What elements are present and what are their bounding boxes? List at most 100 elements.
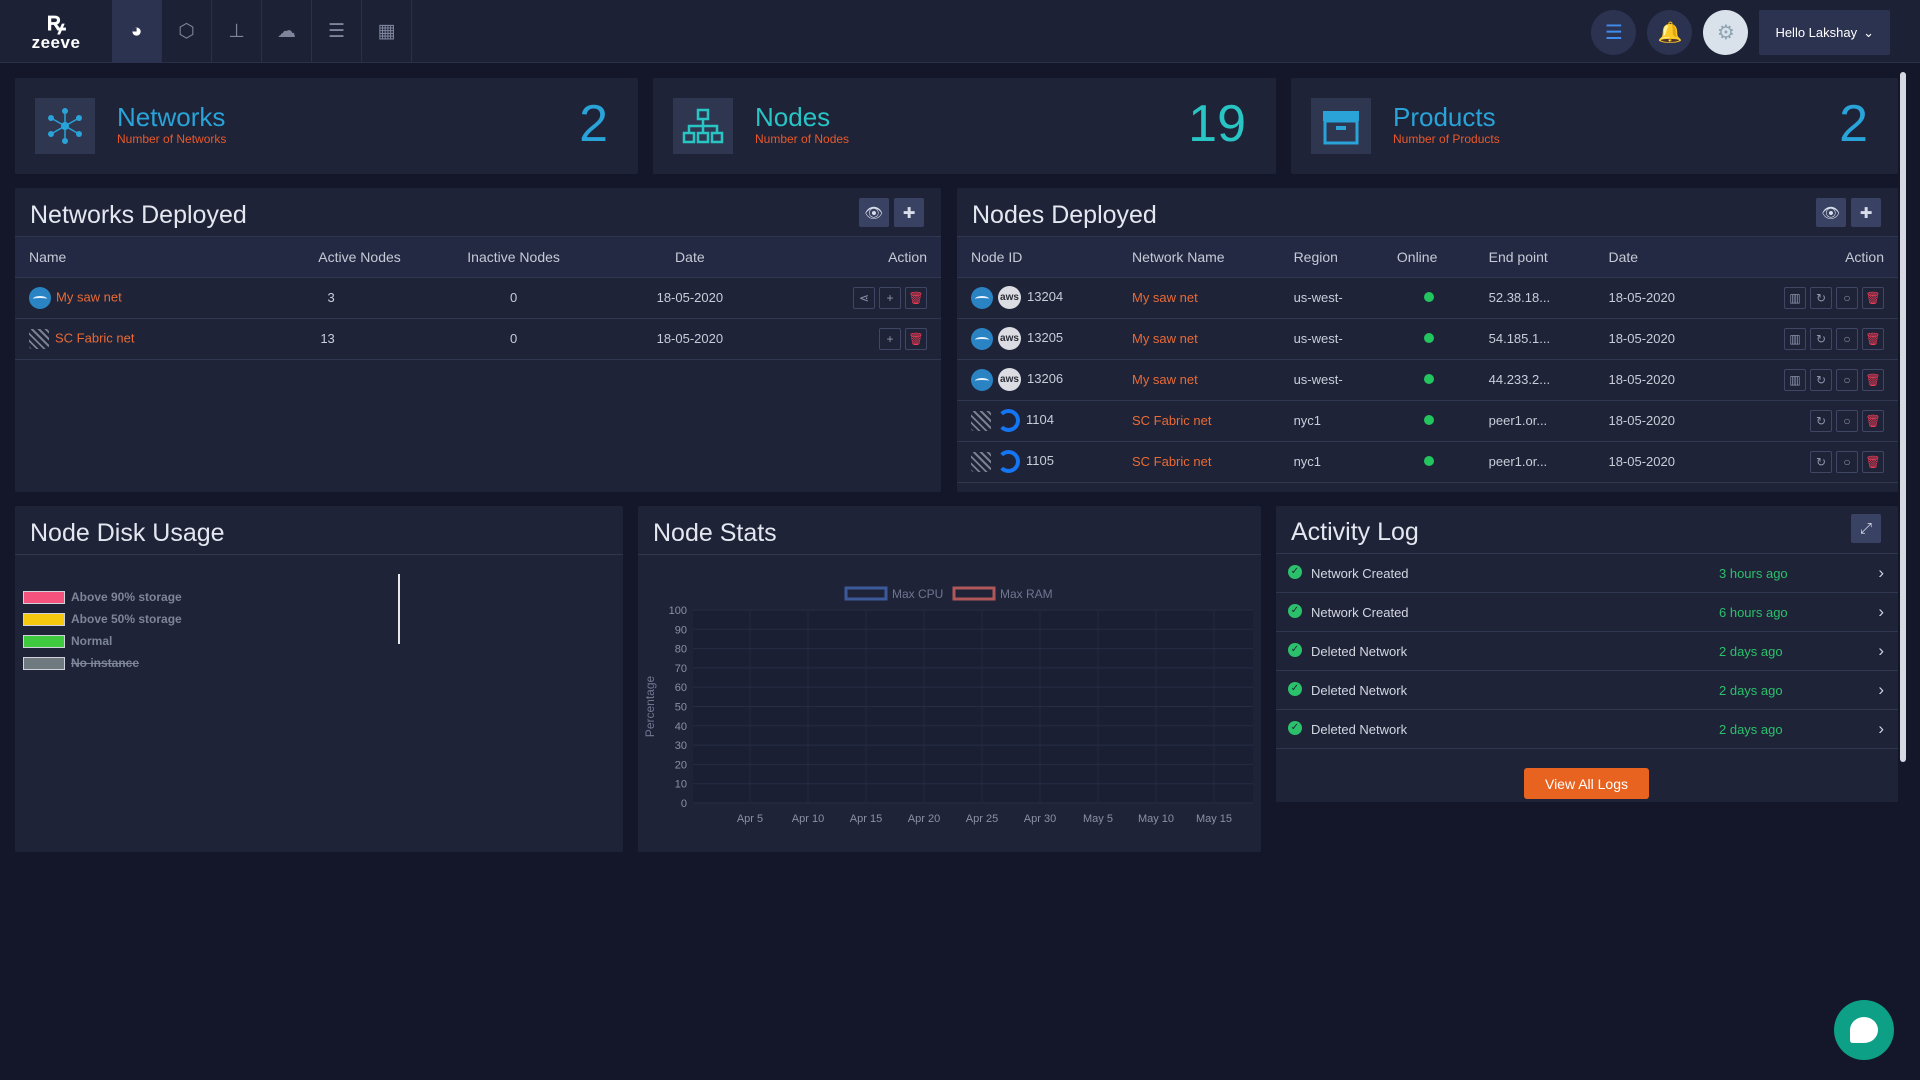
power-icon[interactable]: ○: [1836, 409, 1858, 432]
col-endpoint: End point: [1474, 237, 1595, 278]
stats-chart-icon[interactable]: ▥: [1784, 286, 1806, 309]
nav-sitemap-icon[interactable]: ⊥: [212, 0, 262, 63]
notification-bell-icon[interactable]: 🔔: [1647, 10, 1693, 55]
add-network-plus-icon[interactable]: ✚: [894, 198, 924, 227]
delete-trash-icon[interactable]: 🗑: [905, 327, 927, 350]
node-endpoint: 54.185.1...: [1474, 318, 1595, 360]
user-menu-button[interactable]: Hello Lakshay ⌄: [1759, 10, 1890, 55]
activity-text: Deleted Network: [1311, 644, 1408, 659]
networks-card[interactable]: Networks Number of Networks 2: [15, 78, 638, 174]
legend-swatch: [952, 586, 996, 601]
stats-chart-icon[interactable]: ▥: [1784, 327, 1806, 350]
settings-gear-icon[interactable]: ⚙: [1703, 10, 1749, 55]
refresh-icon[interactable]: ↻: [1810, 327, 1832, 350]
activity-time: 2 days ago: [1719, 644, 1783, 659]
delete-trash-icon[interactable]: 🗑: [1862, 368, 1884, 391]
power-icon[interactable]: ○: [1836, 368, 1858, 391]
add-node-plus-icon[interactable]: +: [879, 286, 901, 309]
nodes-deployed-panel: Nodes Deployed 👁 ✚ Node ID Network Name …: [957, 188, 1898, 492]
nav-grid-icon[interactable]: ▦: [362, 0, 412, 63]
network-name-link[interactable]: SC Fabric net: [55, 330, 134, 345]
table-row: aws 13205 My saw net us-west- 54.185.1...…: [957, 318, 1898, 360]
legend-item[interactable]: No instance: [23, 652, 182, 674]
view-nodes-eye-icon[interactable]: 👁: [1816, 198, 1846, 227]
legend-item[interactable]: Above 90% storage: [23, 586, 182, 608]
aws-icon: aws: [998, 286, 1021, 309]
task-list-icon[interactable]: ☰: [1591, 10, 1637, 55]
list-item[interactable]: ✓ Deleted Network 2 days ago ›: [1276, 671, 1898, 710]
top-actions: ☰ 🔔 ⚙ Hello Lakshay ⌄: [1591, 10, 1890, 55]
list-item[interactable]: ✓ Deleted Network 2 days ago ›: [1276, 710, 1898, 749]
nav-cloud-upload-icon[interactable]: ☁: [262, 0, 312, 63]
refresh-icon[interactable]: ↻: [1810, 409, 1832, 432]
delete-trash-icon[interactable]: 🗑: [905, 286, 927, 309]
networks-table: Name Active Nodes Inactive Nodes Date Ac…: [15, 237, 941, 360]
network-name-link[interactable]: My saw net: [1132, 331, 1198, 346]
legend-swatch: [23, 656, 65, 670]
networks-card-subtitle: Number of Networks: [117, 132, 227, 146]
list-item[interactable]: ✓ Network Created 3 hours ago ›: [1276, 554, 1898, 593]
network-name-link[interactable]: My saw net: [1132, 290, 1198, 305]
node-id: 13204: [1027, 288, 1064, 304]
chat-bubble-icon[interactable]: [1834, 1000, 1894, 1060]
col-online: Online: [1382, 237, 1475, 278]
legend-item[interactable]: Above 50% storage: [23, 608, 182, 630]
online-status-dot: [1423, 333, 1434, 343]
node-region: us-west-: [1279, 359, 1383, 401]
zeeve-logo[interactable]: ꝶ zeeve: [28, 8, 84, 56]
delete-trash-icon[interactable]: 🗑: [1862, 286, 1884, 309]
share-icon[interactable]: ⋖: [853, 286, 875, 309]
delete-trash-icon[interactable]: 🗑: [1862, 409, 1884, 432]
add-node-plus-icon[interactable]: ✚: [1851, 198, 1881, 227]
nodes-card[interactable]: Nodes Number of Nodes 19: [653, 78, 1276, 174]
col-active-nodes: Active Nodes: [233, 237, 415, 278]
refresh-icon[interactable]: ↻: [1810, 368, 1832, 391]
list-item[interactable]: ✓ Deleted Network 2 days ago ›: [1276, 632, 1898, 671]
delete-trash-icon[interactable]: 🗑: [1862, 450, 1884, 473]
nav-server-icon[interactable]: ☰: [312, 0, 362, 63]
activity-time: 6 hours ago: [1719, 605, 1788, 620]
node-endpoint: peer1.or...: [1474, 400, 1595, 442]
products-card-subtitle: Number of Products: [1393, 132, 1500, 146]
node-id: 1105: [1026, 452, 1054, 468]
node-id: 13206: [1027, 370, 1064, 386]
expand-icon[interactable]: ⤢: [1851, 514, 1881, 543]
col-node-id: Node ID: [957, 237, 1118, 278]
power-icon[interactable]: ○: [1836, 286, 1858, 309]
x-tick-label: Apr 30: [1024, 813, 1056, 825]
view-all-logs-button[interactable]: View All Logs: [1524, 768, 1649, 799]
stats-chart-icon[interactable]: ▥: [1784, 368, 1806, 391]
nav-hexagon-icon[interactable]: ⬡: [162, 0, 212, 63]
panel-header: Node Disk Usage: [15, 506, 623, 555]
network-name-link[interactable]: SC Fabric net: [1132, 413, 1211, 428]
node-date: 18-05-2020: [1594, 359, 1722, 401]
list-item[interactable]: ✓ Network Created 6 hours ago ›: [1276, 593, 1898, 632]
networks-count: 2: [579, 95, 608, 153]
node-region: us-west-: [1279, 277, 1383, 319]
power-icon[interactable]: ○: [1836, 327, 1858, 350]
network-name-link[interactable]: My saw net: [56, 289, 122, 304]
nav-dashboard-icon[interactable]: ◕: [112, 0, 162, 63]
page-scrollbar[interactable]: [1900, 72, 1906, 762]
refresh-icon[interactable]: ↻: [1810, 450, 1832, 473]
legend-swatch: [844, 586, 888, 601]
view-networks-eye-icon[interactable]: 👁: [859, 198, 889, 227]
check-circle-icon: ✓: [1288, 643, 1302, 657]
col-inactive-nodes: Inactive Nodes: [414, 237, 613, 278]
delete-trash-icon[interactable]: 🗑: [1862, 327, 1884, 350]
network-name-link[interactable]: SC Fabric net: [1132, 454, 1211, 469]
sawtooth-network-icon: [971, 368, 993, 391]
refresh-icon[interactable]: ↻: [1810, 286, 1832, 309]
sawtooth-network-icon: [971, 286, 993, 309]
power-icon[interactable]: ○: [1836, 450, 1858, 473]
add-node-plus-icon[interactable]: +: [879, 327, 901, 350]
products-card[interactable]: Products Number of Products 2: [1291, 78, 1898, 174]
legend-item[interactable]: Normal: [23, 630, 182, 652]
legend-label: Above 50% storage: [71, 612, 182, 626]
products-card-title: Products: [1393, 102, 1496, 132]
network-date: 18-05-2020: [612, 318, 768, 360]
network-name-link[interactable]: My saw net: [1132, 372, 1198, 387]
chevron-right-icon: ›: [1878, 680, 1884, 699]
y-tick-label: 20: [675, 759, 687, 771]
inactive-nodes: 0: [414, 277, 613, 319]
